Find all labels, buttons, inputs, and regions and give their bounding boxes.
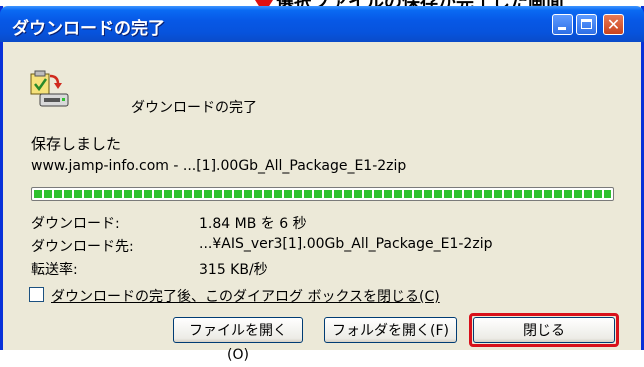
destination-label: ダウンロード先:: [31, 239, 134, 255]
progress-bar: [31, 187, 614, 201]
downloaded-label: ダウンロード:: [31, 216, 120, 232]
download-source: www.jamp-info.com - ...[1].00Gb_All_Pack…: [31, 158, 407, 174]
transfer-rate-value: 315 KB/秒: [199, 262, 268, 278]
close-on-complete-label[interactable]: ダウンロードの完了後、このダイアログ ボックスを閉じる(C): [51, 286, 440, 306]
download-complete-dialog: ダウンロードの完了 ✕ ダウンロードの完了 保存しました www.jamp-in…: [0, 6, 644, 363]
maximize-icon: [581, 19, 592, 29]
maximize-button[interactable]: [576, 14, 597, 35]
transfer-rate-label: 転送率:: [31, 262, 78, 278]
saved-status: 保存しました: [31, 135, 122, 153]
close-on-complete-checkbox[interactable]: [29, 287, 44, 302]
download-complete-icon: [28, 70, 72, 110]
close-button[interactable]: 閉じる: [473, 317, 615, 343]
minimize-icon: [558, 27, 566, 30]
window-title: ダウンロードの完了: [12, 19, 165, 39]
close-icon: ✕: [606, 15, 621, 34]
close-window-button[interactable]: ✕: [603, 14, 624, 35]
dialog-heading: ダウンロードの完了: [131, 100, 257, 116]
open-file-button[interactable]: ファイルを開く(O): [173, 317, 303, 363]
downloaded-value: 1.84 MB を 6 秒: [199, 216, 307, 232]
minimize-button[interactable]: [552, 14, 573, 35]
title-bar[interactable]: ダウンロードの完了 ✕: [0, 6, 644, 42]
destination-value: ...¥AIS_ver3[1].00Gb_All_Package_E1-2zip: [199, 236, 493, 252]
open-folder-button[interactable]: フォルダを開く(F): [324, 317, 457, 343]
progress-fill: [34, 190, 611, 198]
